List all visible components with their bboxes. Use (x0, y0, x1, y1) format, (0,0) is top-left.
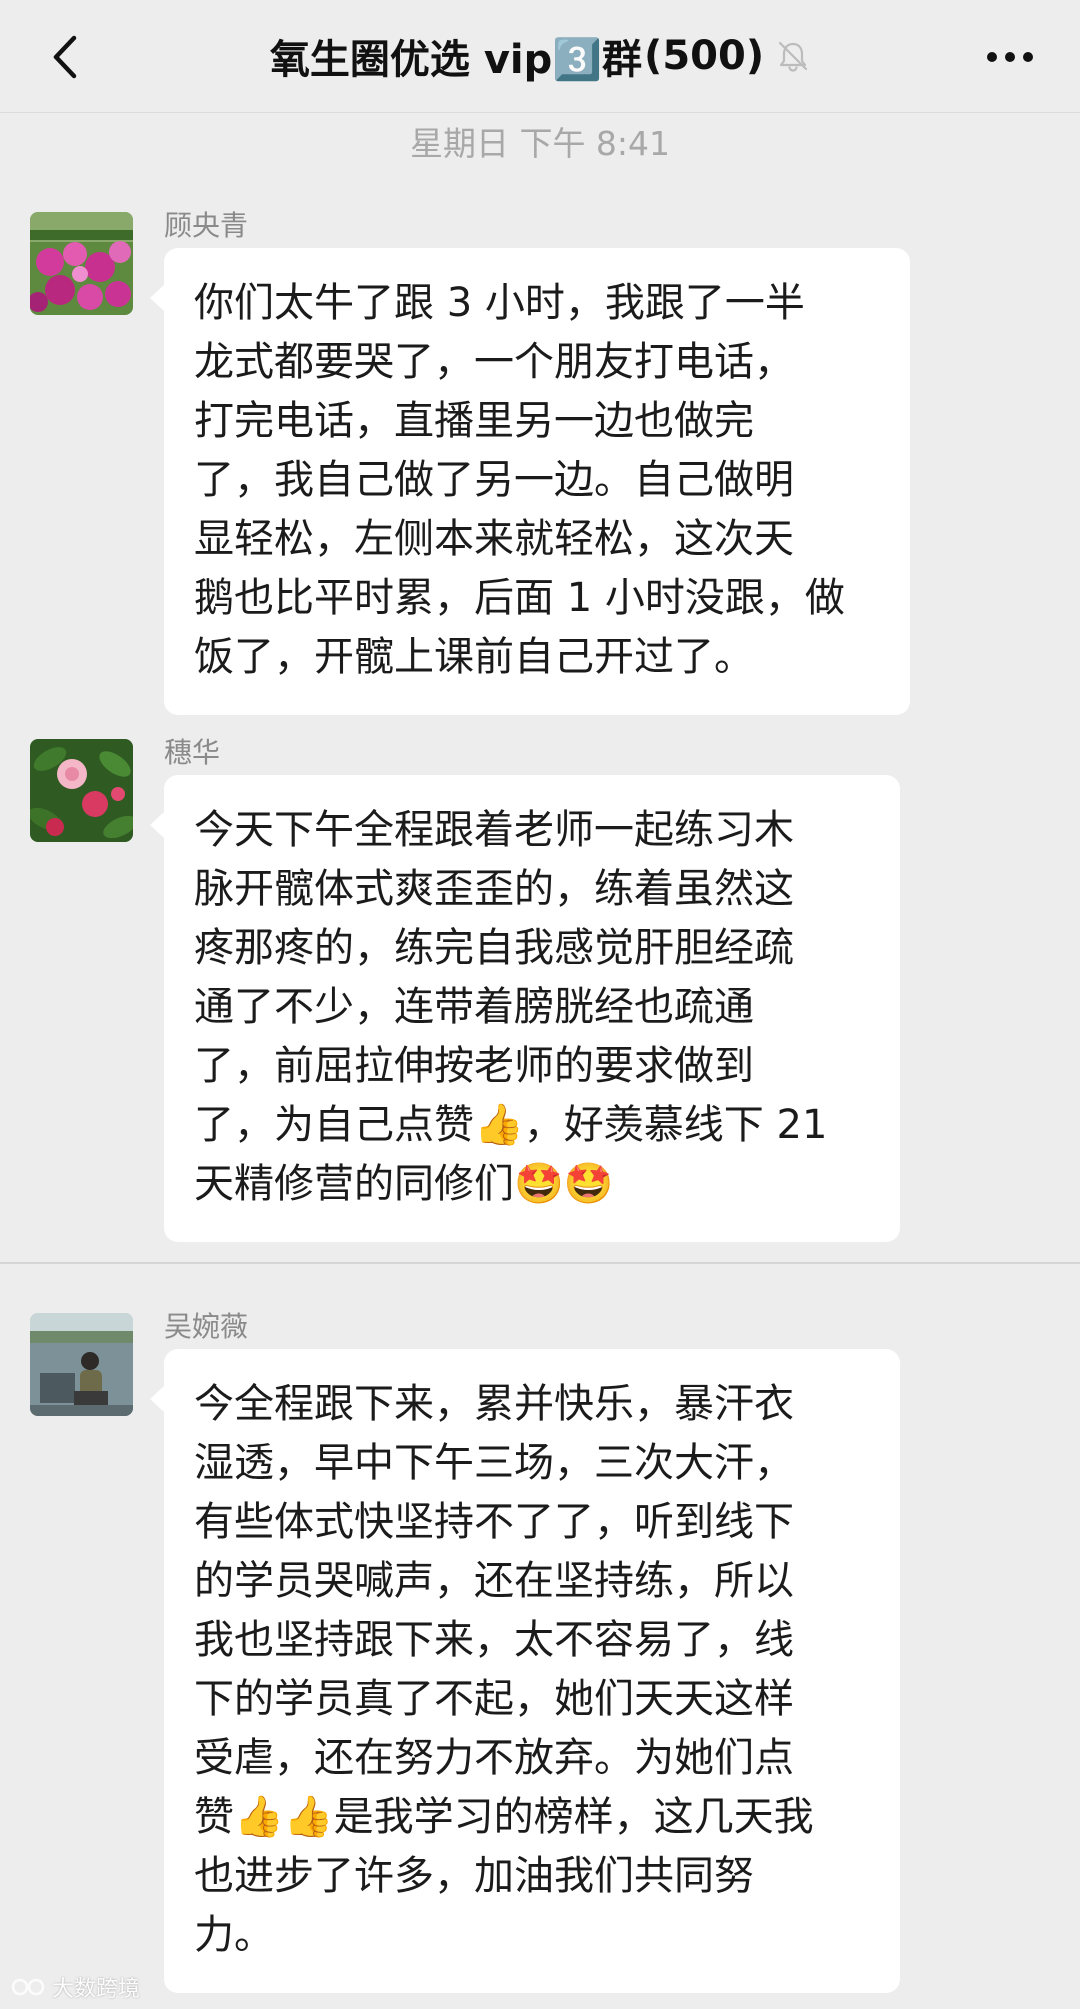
flower-avatar-image (30, 212, 133, 315)
message-line: 有些体式快坚持不了了，听到线下 (194, 1499, 794, 1545)
message-line: 湿透，早中下午三场，三次大汗， (194, 1440, 794, 1486)
chat-header: 氧生圈优选 vip3️⃣群 (500) (0, 0, 1080, 113)
message-line: 饭了，开髋上课前自己开过了。 (194, 634, 754, 680)
divider (0, 1262, 1080, 1264)
message-line: 天精修营的同修们🤩🤩 (194, 1161, 614, 1207)
back-button[interactable] (30, 22, 100, 92)
bell-off-icon (779, 41, 808, 72)
message-line: 赞👍👍是我学习的榜样，这几天我 (194, 1794, 814, 1840)
sender-name: 穗华 (164, 736, 221, 769)
watermark-text: 大数跨境 (52, 1977, 141, 2002)
message-line: 打完电话，直播里另一边也做完 (194, 398, 754, 444)
sender-name: 顾央青 (164, 209, 249, 242)
message-line: 脉开髋体式爽歪歪的，练着虽然这 (194, 866, 794, 912)
avatar[interactable] (30, 739, 133, 842)
avatar[interactable] (30, 212, 133, 315)
message-line: 今天下午全程跟着老师一起练习木 (194, 807, 794, 853)
message-bubble[interactable]: 今天下午全程跟着老师一起练习木 脉开髋体式爽歪歪的，练着虽然这 疼那疼的，练完自… (150, 775, 900, 1242)
message-line: 我也坚持跟下来，太不容易了，线 (194, 1617, 794, 1663)
chat-title: 氧生圈优选 vip3️⃣群 (269, 37, 643, 83)
message-timestamp: 星期日 下午 8:41 (409, 124, 671, 163)
message-line: 鹅也比平时累，后面 1 小时没跟，做 (194, 575, 845, 621)
more-button[interactable] (970, 22, 1050, 92)
message-line: 龙式都要哭了，一个朋友打电话， (194, 339, 794, 385)
message-line: 了，我自己做了另一边。自己做明 (194, 457, 794, 503)
message-line: 了，前屈拉伸按老师的要求做到 (194, 1043, 754, 1089)
avatar[interactable] (30, 1313, 133, 1416)
message-line: 受虐，还在努力不放弃。为她们点 (194, 1735, 794, 1781)
message-line: 疼那疼的，练完自我感觉肝胆经疏 (194, 925, 794, 971)
message-line: 也进步了许多，加油我们共同努 (194, 1853, 754, 1899)
chat-title-area: 氧生圈优选 vip3️⃣群 (500) (140, 0, 940, 112)
sender-name: 吴婉薇 (164, 1310, 249, 1343)
message-line: 通了不少，连带着膀胱经也疏通 (194, 984, 754, 1030)
message-line: 的学员哭喊声，还在坚持练，所以 (194, 1558, 794, 1604)
person-avatar-image (30, 1313, 133, 1416)
message-bubble[interactable]: 你们太牛了跟 3 小时，我跟了一半 龙式都要哭了，一个朋友打电话， 打完电话，直… (150, 248, 910, 715)
chevron-left-icon (53, 35, 77, 79)
more-dots-icon (987, 52, 1033, 62)
member-count: (500) (644, 33, 765, 79)
watermark: 大数跨境 (10, 1971, 140, 2003)
message-line: 你们太牛了跟 3 小时，我跟了一半 (194, 280, 805, 326)
message-line: 了，为自己点赞👍，好羡慕线下 21 (194, 1102, 828, 1148)
message-line: 今全程跟下来，累并快乐，暴汗衣 (194, 1381, 794, 1427)
message-bubble[interactable]: 今全程跟下来，累并快乐，暴汗衣 湿透，早中下午三场，三次大汗， 有些体式快坚持不… (150, 1349, 900, 1993)
message-line: 下的学员真了不起，她们天天这样 (194, 1676, 794, 1722)
message-line: 力。 (194, 1912, 274, 1958)
watermark-logo-icon (11, 1978, 45, 1996)
camellia-avatar-image (30, 739, 133, 842)
message-line: 显轻松，左侧本来就轻松，这次天 (194, 516, 794, 562)
